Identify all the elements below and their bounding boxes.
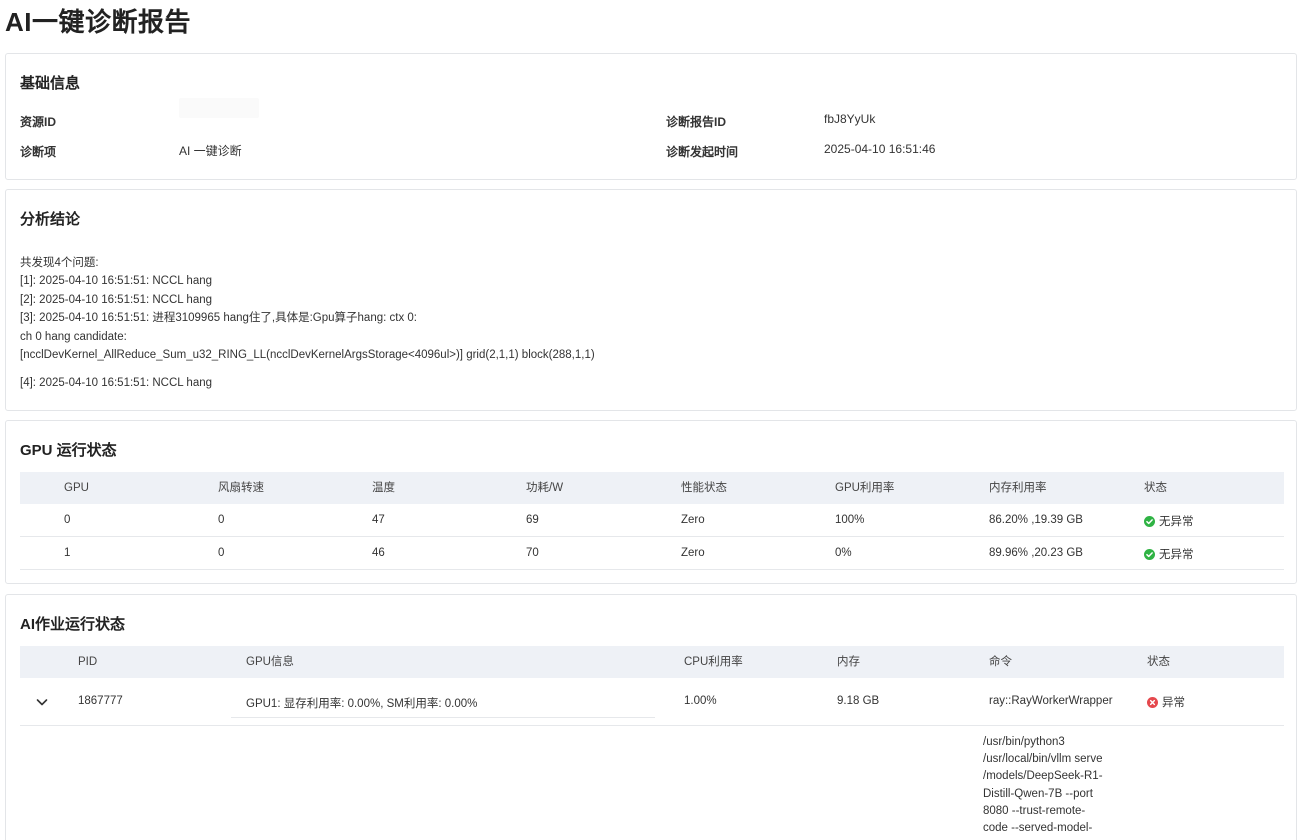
status-text: 无异常	[1159, 516, 1194, 528]
analysis-text: 共发现4个问题: [1]: 2025-04-10 16:51:51: NCCL …	[20, 254, 595, 393]
status-text: 无异常	[1159, 549, 1194, 561]
memory: 9.18 GB	[837, 695, 880, 707]
table-row: 0 0 47 69 Zero 100% 86.20% ,19.39 GB 无异常	[20, 504, 1284, 537]
page-title: AI一键诊断报告	[5, 7, 192, 37]
col-perf: 性能状态	[681, 482, 727, 494]
gpu-status-card: GPU 运行状态 GPU 风扇转速 温度 功耗/W 性能状态 GPU利用率 内存…	[5, 420, 1297, 584]
col-command: 命令	[989, 656, 1012, 668]
gpu-status-title: GPU 运行状态	[20, 442, 117, 459]
status-badge: 无异常	[1144, 546, 1194, 562]
col-pid: PID	[78, 656, 98, 668]
col-mem-util: 内存利用率	[989, 482, 1047, 494]
job-table-header: PID GPU信息 CPU利用率 内存 命令 状态	[20, 646, 1284, 678]
analysis-line: [2]: 2025-04-10 16:51:51: NCCL hang	[20, 293, 213, 306]
col-job-status: 状态	[1147, 656, 1170, 668]
basic-info-title: 基础信息	[20, 75, 81, 92]
diag-time-label: 诊断发起时间	[666, 145, 739, 159]
col-gpu-util: GPU利用率	[835, 482, 895, 494]
diag-item-value: AI 一键诊断	[179, 144, 242, 158]
basic-info-card: 基础信息 资源ID 诊断报告ID fbJ8YyUk 诊断项 AI 一键诊断 诊断…	[5, 53, 1297, 180]
resource-id-label: 资源ID	[20, 115, 57, 129]
status-badge: 异常	[1147, 694, 1185, 710]
chevron-down-icon[interactable]	[34, 694, 50, 710]
diag-item-label: 诊断项	[20, 145, 57, 159]
col-memory: 内存	[837, 656, 860, 668]
perf-state: Zero	[681, 547, 705, 559]
report-id-label: 诊断报告ID	[666, 115, 727, 129]
fan-speed: 0	[218, 547, 225, 559]
table-row: 1 0 46 70 Zero 0% 89.96% ,20.23 GB 无异常	[20, 537, 1284, 570]
resource-id-value	[179, 98, 259, 118]
diag-time-value: 2025-04-10 16:51:46	[824, 142, 936, 156]
pid: 1867777	[78, 695, 123, 707]
col-gpu-info: GPU信息	[246, 656, 294, 668]
gpu-util: 100%	[835, 514, 865, 526]
gpu-info: GPU1: 显存利用率: 0.00%, SM利用率: 0.00%	[246, 698, 478, 710]
mem-util: 89.96% ,20.23 GB	[989, 547, 1083, 559]
command-line: /usr/bin/python3	[983, 736, 1065, 748]
command-line: /usr/local/bin/vllm serve	[983, 753, 1103, 766]
perf-state: Zero	[681, 514, 705, 526]
analysis-line: ch 0 hang candidate:	[20, 330, 127, 343]
command-line: code --served-model-	[983, 822, 1093, 835]
gpu-index: 0	[64, 514, 71, 526]
analysis-line: [4]: 2025-04-10 16:51:51: NCCL hang	[20, 377, 213, 390]
command: ray::RayWorkerWrapper	[989, 695, 1113, 707]
temperature: 47	[372, 514, 385, 526]
col-temp: 温度	[372, 482, 395, 494]
command-line: /models/DeepSeek-R1-	[983, 770, 1103, 783]
analysis-line: [3]: 2025-04-10 16:51:51: 进程3109965 hang…	[20, 312, 417, 325]
command-line: 8080 --trust-remote-	[983, 804, 1086, 817]
col-cpu-util: CPU利用率	[684, 656, 743, 668]
gpu-util: 0%	[835, 547, 852, 559]
analysis-line: [ncclDevKernel_AllReduce_Sum_u32_RING_LL…	[20, 349, 595, 362]
analysis-card: 分析结论 共发现4个问题: [1]: 2025-04-10 16:51:51: …	[5, 189, 1297, 411]
status-text: 异常	[1162, 697, 1185, 709]
analysis-line: 共发现4个问题:	[20, 257, 99, 269]
col-power: 功耗/W	[526, 482, 564, 494]
cpu-util: 1.00%	[684, 695, 717, 707]
gpu-info-cell: GPU1: 显存利用率: 0.00%, SM利用率: 0.00%	[231, 678, 655, 718]
gpu-table-header: GPU 风扇转速 温度 功耗/W 性能状态 GPU利用率 内存利用率 状态	[20, 472, 1284, 504]
power: 69	[526, 514, 539, 526]
check-circle-icon	[1144, 515, 1155, 527]
expanded-command: /usr/bin/python3 /usr/local/bin/vllm ser…	[983, 734, 1113, 837]
job-status-title: AI作业运行状态	[20, 616, 126, 633]
gpu-index: 1	[64, 547, 71, 559]
check-circle-icon	[1144, 548, 1155, 560]
table-row[interactable]: 1867777 GPU1: 显存利用率: 0.00%, SM利用率: 0.00%…	[20, 678, 1284, 726]
fan-speed: 0	[218, 514, 225, 526]
command-line: Distill-Qwen-7B --port	[983, 787, 1093, 800]
report-id-value: fbJ8YyUk	[824, 112, 876, 126]
analysis-title: 分析结论	[20, 211, 81, 228]
col-status: 状态	[1144, 482, 1167, 494]
analysis-line: [1]: 2025-04-10 16:51:51: NCCL hang	[20, 275, 213, 288]
temperature: 46	[372, 547, 385, 559]
col-fan: 风扇转速	[218, 482, 264, 494]
mem-util: 86.20% ,19.39 GB	[989, 514, 1083, 526]
status-badge: 无异常	[1144, 513, 1194, 529]
col-gpu: GPU	[64, 482, 89, 494]
close-circle-icon	[1147, 696, 1158, 708]
power: 70	[526, 547, 539, 559]
